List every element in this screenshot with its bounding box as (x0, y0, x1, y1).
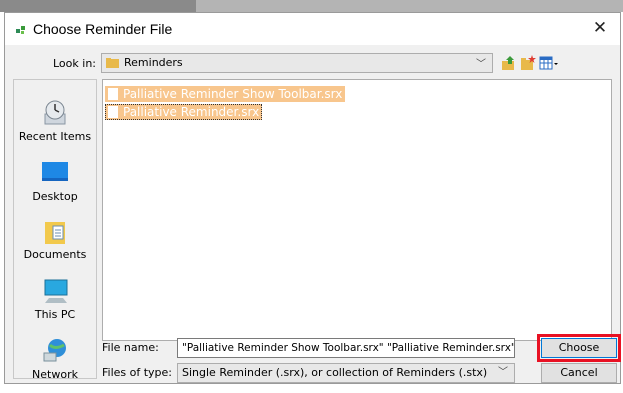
look-in-label: Look in: (53, 57, 96, 70)
file-name-input[interactable]: "Palliative Reminder Show Toolbar.srx" "… (177, 338, 515, 358)
background-window-strip (0, 0, 623, 12)
file-icon (108, 88, 118, 100)
files-of-type-value: Single Reminder (.srx), or collection of… (182, 366, 488, 379)
place-label: Network (32, 368, 78, 381)
title-bar: Choose Reminder File ✕ (5, 13, 620, 45)
this-pc-icon (39, 276, 71, 306)
cancel-button[interactable]: Cancel (541, 363, 617, 383)
view-menu-icon[interactable] (539, 55, 559, 71)
close-icon[interactable]: ✕ (580, 13, 620, 45)
places-bar: Recent Items Desktop Documents This PC N… (13, 79, 97, 381)
network-icon (39, 336, 71, 366)
chevron-down-icon: ﹀ (476, 59, 486, 70)
look-in-combo[interactable]: Reminders ﹀ (101, 53, 493, 73)
place-label: Recent Items (18, 130, 92, 143)
file-icon (108, 106, 118, 118)
app-icon (16, 26, 25, 34)
place-documents[interactable]: Documents (14, 216, 96, 261)
place-recent-items[interactable]: Recent Items (14, 98, 96, 143)
new-folder-icon[interactable] (520, 55, 536, 71)
place-label: This PC (34, 308, 76, 321)
dialog-title: Choose Reminder File (33, 21, 173, 37)
files-of-type-label: Files of type: (102, 366, 173, 379)
up-folder-icon[interactable] (501, 55, 517, 71)
documents-icon (39, 216, 71, 246)
chevron-down-icon: ﹀ (498, 367, 508, 378)
folder-icon (106, 58, 119, 68)
file-item[interactable]: Palliative Reminder.srx (105, 104, 263, 120)
file-item[interactable]: Palliative Reminder Show Toolbar.srx (105, 86, 346, 102)
choose-button[interactable]: Choose (541, 338, 617, 358)
place-network[interactable]: Network (14, 336, 96, 381)
place-label: Desktop (32, 190, 78, 203)
choose-reminder-file-dialog: Choose Reminder File ✕ Look in: Reminder… (4, 12, 621, 384)
file-list[interactable]: Palliative Reminder Show Toolbar.srx Pal… (102, 79, 612, 341)
file-name: Palliative Reminder Show Toolbar.srx (123, 87, 343, 101)
place-desktop[interactable]: Desktop (14, 158, 96, 203)
place-this-pc[interactable]: This PC (14, 276, 96, 321)
files-of-type-combo[interactable]: Single Reminder (.srx), or collection of… (177, 363, 515, 383)
look-in-value: Reminders (124, 56, 183, 69)
file-name-label: File name: (102, 341, 159, 354)
recent-items-icon (39, 98, 71, 128)
file-name: Palliative Reminder.srx (123, 105, 260, 119)
desktop-icon (39, 158, 71, 188)
place-label: Documents (23, 248, 87, 261)
